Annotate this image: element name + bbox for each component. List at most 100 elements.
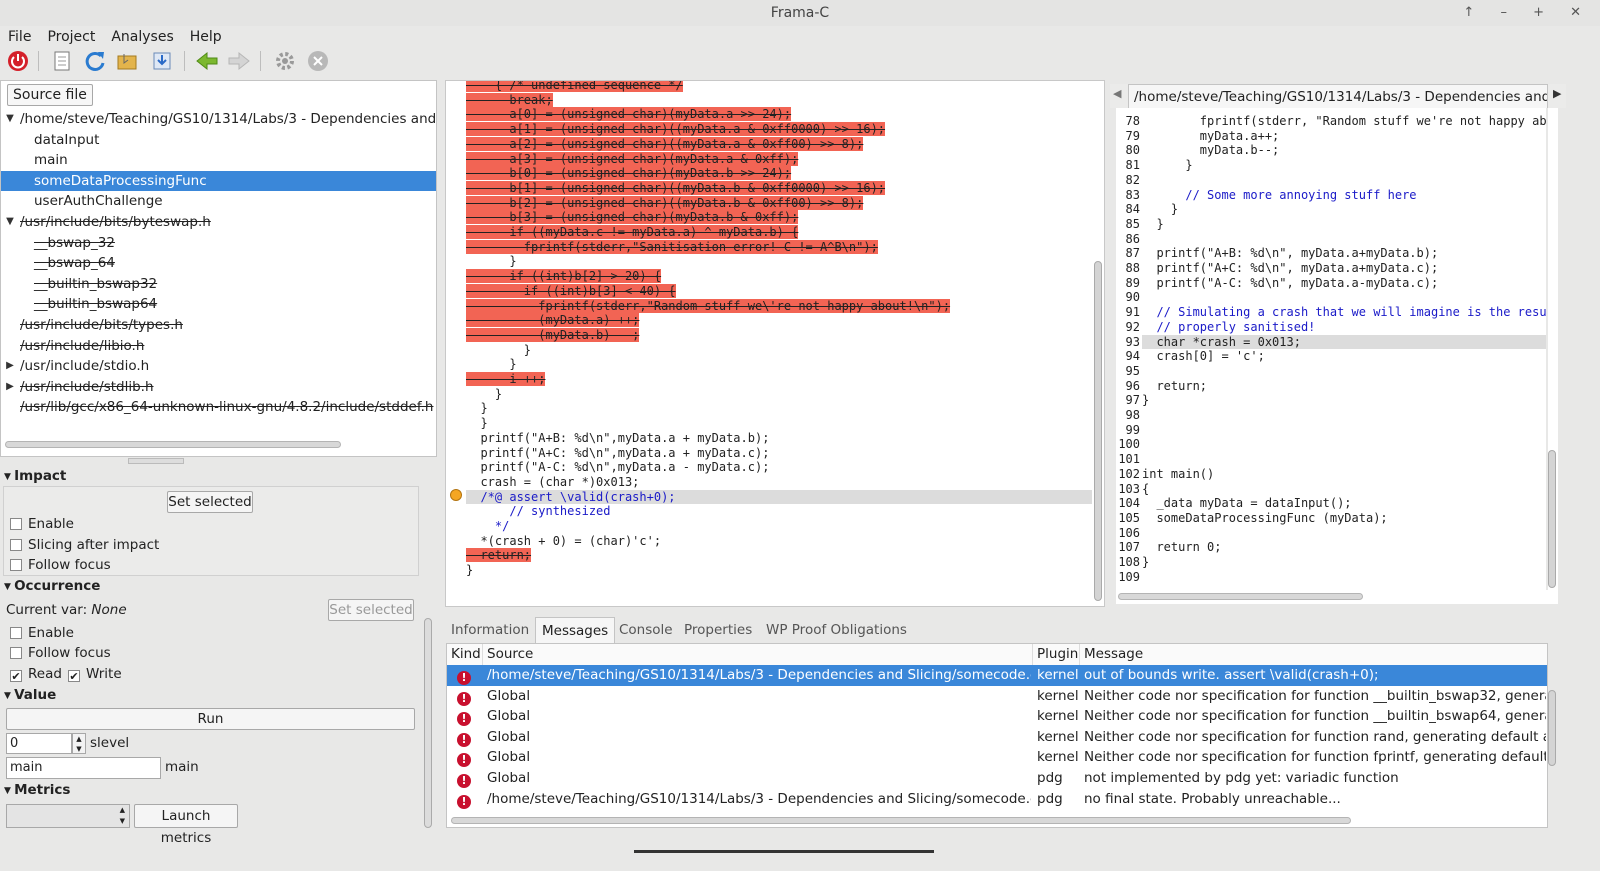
write-checkbox[interactable]: ✔ Write <box>68 666 122 682</box>
source-line[interactable]: } <box>1142 393 1149 408</box>
value-run-button[interactable]: Run <box>6 708 415 730</box>
tree-item[interactable]: /usr/include/bits/types.h <box>1 315 436 336</box>
tab-properties[interactable]: Properties <box>678 617 758 643</box>
tab-information[interactable]: Information <box>445 617 535 643</box>
tree-hscrollbar[interactable] <box>5 441 341 448</box>
source-code-view[interactable]: 78 fprintf(stderr, "Random stuff we're n… <box>1116 108 1546 590</box>
code-line[interactable]: *(crash + 0) = (char)'c'; <box>466 534 661 549</box>
right-vscrollbar[interactable] <box>1548 450 1556 588</box>
message-row[interactable]: ! Global kernel Neither code nor specificat… <box>447 747 1547 768</box>
tree-expander-icon[interactable]: ▼ <box>3 212 17 233</box>
code-line[interactable]: (myData.b) --; <box>466 327 640 343</box>
menu-analyses[interactable]: Analyses <box>103 26 181 48</box>
code-line[interactable]: fprintf(stderr,"Random stuff we\'re not … <box>466 298 951 314</box>
code-line[interactable]: } <box>466 387 502 402</box>
tree-item[interactable]: main <box>1 150 436 171</box>
tree-item[interactable]: ▼/usr/include/bits/byteswap.h <box>1 212 436 233</box>
status-bullet-icon[interactable] <box>450 489 462 501</box>
source-line[interactable]: someDataProcessingFunc (myData); <box>1142 511 1387 526</box>
messages-hscrollbar[interactable] <box>451 817 1351 824</box>
message-row[interactable]: ! /home/steve/Teaching/GS10/1314/Labs/3 -… <box>447 789 1547 810</box>
source-line[interactable]: int main() <box>1142 467 1214 482</box>
code-line[interactable]: break; <box>466 92 553 108</box>
source-line[interactable]: // Simulating a crash that we will imagi… <box>1142 305 1546 320</box>
code-line[interactable]: if ((int)b[2] > 20) { <box>466 269 662 284</box>
source-line[interactable]: myData.b--; <box>1142 143 1279 158</box>
col-message[interactable]: Message <box>1080 644 1547 665</box>
source-line[interactable]: fprintf(stderr, "Random stuff we're not … <box>1142 114 1546 129</box>
code-line[interactable]: a[1] = (unsigned char)((myData.a & 0xff0… <box>466 122 886 137</box>
code-line[interactable]: /*@ assert \valid(crash+0); <box>466 489 1092 505</box>
source-line[interactable]: char *crash = 0x013; <box>1142 334 1546 350</box>
message-row[interactable]: ! Global kernel Neither code nor specificat… <box>447 706 1547 727</box>
read-checkbox[interactable]: ✔ Read <box>10 666 62 682</box>
tree-item[interactable]: userAuthChallenge <box>1 191 436 212</box>
tree-item[interactable]: dataInput <box>1 130 436 151</box>
menu-project[interactable]: Project <box>39 26 103 48</box>
tree-item[interactable]: someDataProcessingFunc <box>1 170 436 192</box>
code-line[interactable]: } <box>466 563 473 578</box>
occurrence-follow-focus-checkbox[interactable]: Follow focus <box>10 645 111 661</box>
tab-console[interactable]: Console <box>613 617 679 643</box>
code-line[interactable]: if ((myData.c != myData.a) ^ myData.b) { <box>466 225 799 240</box>
tab-wp-proof-obligations[interactable]: WP Proof Obligations <box>760 617 913 643</box>
source-line[interactable]: } <box>1142 158 1192 173</box>
tree-item[interactable]: ▶/usr/include/stdlib.h <box>1 377 436 398</box>
tree-expander-icon[interactable]: ▶ <box>3 377 17 398</box>
code-line[interactable]: (myData.a) ++; <box>466 313 640 328</box>
code-line[interactable]: } <box>466 254 516 269</box>
impact-enable-checkbox[interactable]: Enable <box>10 516 74 532</box>
source-file-button[interactable]: Source file <box>7 84 93 106</box>
quit-icon[interactable] <box>5 48 31 74</box>
message-row[interactable]: ! Global pdg not implemented by pdg yet: va… <box>447 768 1547 789</box>
source-line[interactable]: printf("A+C: %d\n", myData.a+myData.c); <box>1142 261 1438 276</box>
source-line[interactable]: { <box>1142 482 1149 497</box>
code-line[interactable]: return; <box>466 548 532 563</box>
col-kind[interactable]: Kind <box>447 644 483 665</box>
metrics-select[interactable]: ▲ ▼ <box>6 804 130 828</box>
tree-item[interactable]: __bswap_32 <box>1 233 436 254</box>
code-line[interactable]: */ <box>466 519 509 534</box>
source-line[interactable]: // properly sanitised! <box>1142 320 1315 335</box>
code-line[interactable]: } <box>466 416 487 431</box>
code-line[interactable]: b[3] = (unsigned char)(myData.b & 0xff); <box>466 210 799 225</box>
pane-grip[interactable] <box>128 458 184 464</box>
source-line[interactable]: } <box>1142 555 1149 570</box>
occurrence-set-selected-button[interactable]: Set selected <box>328 599 414 621</box>
tree-item[interactable]: __bswap_64 <box>1 253 436 274</box>
impact-set-selected-button[interactable]: Set selected <box>167 491 253 513</box>
back-arrow-icon[interactable] <box>194 48 220 74</box>
message-row[interactable]: ! Global kernel Neither code nor specificat… <box>447 727 1547 748</box>
tab-scroll-right-icon[interactable]: ▶ <box>1553 87 1561 100</box>
code-line[interactable]: } <box>466 343 531 358</box>
new-file-icon[interactable] <box>49 48 75 74</box>
tree-item[interactable]: ▶/usr/include/stdio.h <box>1 356 436 377</box>
tree-item[interactable]: __builtin_bswap32 <box>1 274 436 295</box>
save-icon[interactable] <box>149 48 175 74</box>
tree-item[interactable]: __builtin_bswap64 <box>1 294 436 315</box>
col-plugin[interactable]: Plugin <box>1033 644 1080 665</box>
source-tab[interactable]: /home/steve/Teaching/GS10/1314/Labs/3 - … <box>1128 84 1548 108</box>
code-line[interactable]: b[2] = (unsigned char)((myData.b & 0xff0… <box>466 195 864 211</box>
code-line[interactable]: b[1] = (unsigned char)((myData.b & 0xff0… <box>466 180 886 196</box>
source-line[interactable]: printf("A-C: %d\n", myData.a-myData.c); <box>1142 276 1438 291</box>
source-line[interactable]: // Some more annoying stuff here <box>1142 188 1416 203</box>
occurrence-section-title[interactable]: Occurrence <box>4 578 100 594</box>
code-line[interactable]: a[0] = (unsigned char)(myData.a >> 24); <box>466 107 792 122</box>
message-row[interactable]: ! /home/steve/Teaching/GS10/1314/Labs/3 -… <box>447 665 1547 686</box>
code-line[interactable]: } <box>466 401 487 416</box>
col-source[interactable]: Source <box>483 644 1033 665</box>
occurrence-enable-checkbox[interactable]: Enable <box>10 625 74 641</box>
tree-item[interactable]: ▼/home/steve/Teaching/GS10/1314/Labs/3 -… <box>1 109 436 130</box>
source-line[interactable]: return 0; <box>1142 540 1221 555</box>
stop-icon[interactable] <box>305 48 331 74</box>
code-line[interactable]: i ++; <box>466 372 546 387</box>
code-line[interactable]: if ((int)b[3] < 40) { <box>466 283 676 299</box>
plugins-vscrollbar[interactable] <box>424 618 432 828</box>
forward-arrow-icon[interactable] <box>226 48 252 74</box>
code-line[interactable]: b[0] = (unsigned char)(myData.b >> 24); <box>466 166 792 181</box>
window-controls[interactable]: ↑ – + ✕ <box>1463 0 1592 26</box>
source-line[interactable]: myData.a++; <box>1142 129 1279 144</box>
source-line[interactable]: crash[0] = 'c'; <box>1142 349 1264 364</box>
source-line[interactable]: } <box>1142 202 1178 217</box>
